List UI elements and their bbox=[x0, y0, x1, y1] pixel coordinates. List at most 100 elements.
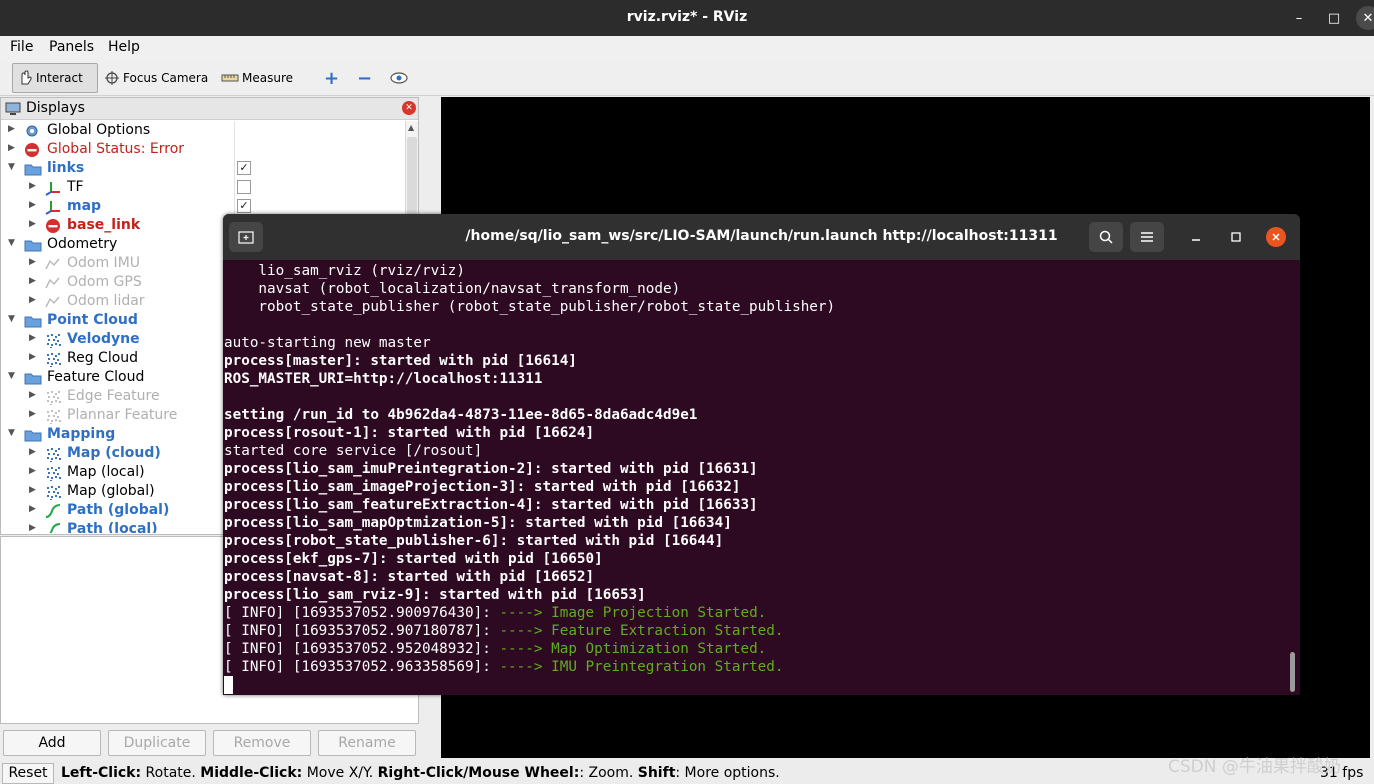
panel-close-icon[interactable]: ✕ bbox=[402, 101, 416, 115]
expand-arrow-down-icon[interactable]: ▼ bbox=[8, 238, 15, 248]
expand-arrow-right-icon[interactable]: ▶ bbox=[29, 409, 36, 419]
info-message: ----> Feature Extraction Started. bbox=[499, 623, 784, 639]
enable-checkbox[interactable]: ✓ bbox=[237, 199, 251, 213]
expand-arrow-right-icon[interactable]: ▶ bbox=[29, 276, 36, 286]
axes-icon bbox=[45, 199, 61, 215]
expand-arrow-right-icon[interactable]: ▶ bbox=[29, 504, 36, 514]
terminal-line: process[navsat-8]: started with pid [166… bbox=[224, 569, 595, 585]
display-row[interactable]: ▼ links ✓ bbox=[1, 159, 405, 178]
terminal-line: started core service [/rosout] bbox=[224, 443, 483, 459]
expand-arrow-down-icon[interactable]: ▼ bbox=[8, 162, 15, 172]
display-row-label: Mapping bbox=[47, 426, 116, 442]
expand-arrow-right-icon[interactable]: ▶ bbox=[29, 181, 36, 191]
displays-header: Displays ✕ bbox=[1, 98, 418, 120]
expand-arrow-right-icon[interactable]: ▶ bbox=[29, 257, 36, 267]
terminal-search-button[interactable] bbox=[1089, 222, 1123, 252]
odometry-icon bbox=[45, 294, 61, 310]
terminal-maximize-button[interactable] bbox=[1226, 227, 1246, 247]
hand-icon bbox=[21, 70, 32, 85]
enable-checkbox[interactable] bbox=[237, 180, 251, 194]
eye-icon bbox=[390, 72, 408, 84]
display-row-label: Edge Feature bbox=[67, 388, 160, 404]
expand-arrow-right-icon[interactable]: ▶ bbox=[29, 333, 36, 343]
maximize-button[interactable]: □ bbox=[1322, 6, 1346, 30]
pointcloud-icon bbox=[45, 332, 61, 349]
display-row-label: Odom lidar bbox=[67, 293, 145, 309]
terminal-menu-button[interactable] bbox=[1130, 222, 1164, 252]
close-icon bbox=[1272, 233, 1280, 241]
display-row-label: Global Status: Error bbox=[47, 141, 185, 157]
expand-arrow-right-icon[interactable]: ▶ bbox=[29, 523, 36, 533]
toolbar: Interact Focus Camera Measure + − bbox=[0, 60, 1374, 96]
expand-arrow-right-icon[interactable]: ▶ bbox=[29, 447, 36, 457]
terminal-close-button[interactable] bbox=[1266, 227, 1286, 247]
info-prefix: [ INFO] [1693537052.952048932]: bbox=[224, 641, 500, 657]
expand-arrow-right-icon[interactable]: ▶ bbox=[8, 143, 15, 153]
terminal-minimize-button[interactable] bbox=[1186, 227, 1206, 247]
gear-icon bbox=[24, 123, 40, 139]
display-row-label: Path (local) bbox=[67, 521, 158, 533]
expand-arrow-right-icon[interactable]: ▶ bbox=[8, 124, 15, 134]
info-prefix: [ INFO] [1693537052.900976430]: bbox=[224, 605, 500, 621]
terminal-info-line: [ INFO] [1693537052.907180787]: ----> Fe… bbox=[224, 622, 1284, 640]
help-text-segment: : Zoom. bbox=[579, 765, 638, 781]
reset-button[interactable]: Reset bbox=[2, 763, 54, 784]
terminal-scrollbar[interactable] bbox=[1290, 652, 1295, 692]
help-text-segment: Left-Click: bbox=[61, 765, 142, 781]
add-button[interactable]: Add bbox=[3, 730, 101, 756]
axes-icon bbox=[45, 180, 61, 196]
menu-file[interactable]: File bbox=[10, 39, 33, 55]
rename-button[interactable]: Rename bbox=[318, 730, 416, 756]
help-text-segment: Rotate. bbox=[141, 765, 201, 781]
hamburger-menu-icon bbox=[1141, 232, 1153, 242]
help-text-segment: Middle-Click: bbox=[200, 765, 303, 781]
search-icon bbox=[1099, 230, 1113, 244]
add-tool-button[interactable]: + bbox=[320, 63, 343, 93]
info-message: ----> IMU Preintegration Started. bbox=[499, 659, 784, 675]
duplicate-button[interactable]: Duplicate bbox=[108, 730, 206, 756]
expand-arrow-down-icon[interactable]: ▼ bbox=[8, 371, 15, 381]
menu-panels[interactable]: Panels bbox=[49, 39, 94, 55]
display-row[interactable]: ▶ Global Status: Error bbox=[1, 140, 405, 159]
expand-arrow-right-icon[interactable]: ▶ bbox=[29, 295, 36, 305]
enable-checkbox[interactable]: ✓ bbox=[237, 161, 251, 175]
terminal-info-line: [ INFO] [1693537052.952048932]: ----> Ma… bbox=[224, 640, 1284, 658]
display-row-label: Point Cloud bbox=[47, 312, 138, 328]
interact-tool[interactable]: Interact bbox=[12, 63, 98, 93]
terminal-line: process[lio_sam_mapOptmization-5]: start… bbox=[224, 515, 732, 531]
remove-button[interactable]: Remove bbox=[213, 730, 311, 756]
expand-arrow-right-icon[interactable]: ▶ bbox=[29, 219, 36, 229]
help-text-segment: Shift bbox=[637, 765, 676, 781]
expand-arrow-down-icon[interactable]: ▼ bbox=[8, 314, 15, 324]
expand-arrow-right-icon[interactable]: ▶ bbox=[29, 200, 36, 210]
terminal-line: process[master]: started with pid [16614… bbox=[224, 353, 577, 369]
expand-arrow-right-icon[interactable]: ▶ bbox=[29, 390, 36, 400]
menu-help[interactable]: Help bbox=[108, 39, 140, 55]
measure-tool[interactable]: Measure bbox=[217, 63, 297, 93]
path-icon bbox=[45, 522, 61, 533]
display-row-label: base_link bbox=[67, 217, 141, 233]
expand-arrow-right-icon[interactable]: ▶ bbox=[29, 352, 36, 362]
expand-arrow-right-icon[interactable]: ▶ bbox=[29, 466, 36, 476]
view-tool-button[interactable] bbox=[386, 63, 412, 93]
focus-camera-tool[interactable]: Focus Camera bbox=[100, 63, 212, 93]
info-message: ----> Map Optimization Started. bbox=[499, 641, 767, 657]
terminal-info-line: [ INFO] [1693537052.963358569]: ----> IM… bbox=[224, 658, 1284, 676]
help-text-segment: Right-Click/Mouse Wheel: bbox=[377, 765, 580, 781]
watermark: CSDN @牛油果拌酸奶 bbox=[1168, 757, 1341, 777]
help-text-segment: Move X/Y. bbox=[302, 765, 378, 781]
minimize-button[interactable]: – bbox=[1287, 6, 1311, 30]
expand-arrow-down-icon[interactable]: ▼ bbox=[8, 428, 15, 438]
expand-arrow-right-icon[interactable]: ▶ bbox=[29, 485, 36, 495]
monitor-icon bbox=[5, 102, 21, 115]
terminal-window[interactable]: /home/sq/lio_sam_ws/src/LIO-SAM/launch/r… bbox=[223, 214, 1300, 695]
error-icon bbox=[45, 218, 61, 234]
remove-tool-button[interactable]: − bbox=[353, 63, 376, 93]
interact-label: Interact bbox=[36, 71, 83, 85]
display-row[interactable]: ▶ Global Options bbox=[1, 121, 405, 140]
display-row[interactable]: ▶ TF bbox=[1, 178, 405, 197]
terminal-cursor bbox=[224, 676, 233, 694]
close-button[interactable]: ✕ bbox=[1356, 6, 1374, 30]
terminal-line: process[lio_sam_imageProjection-3]: star… bbox=[224, 479, 741, 495]
